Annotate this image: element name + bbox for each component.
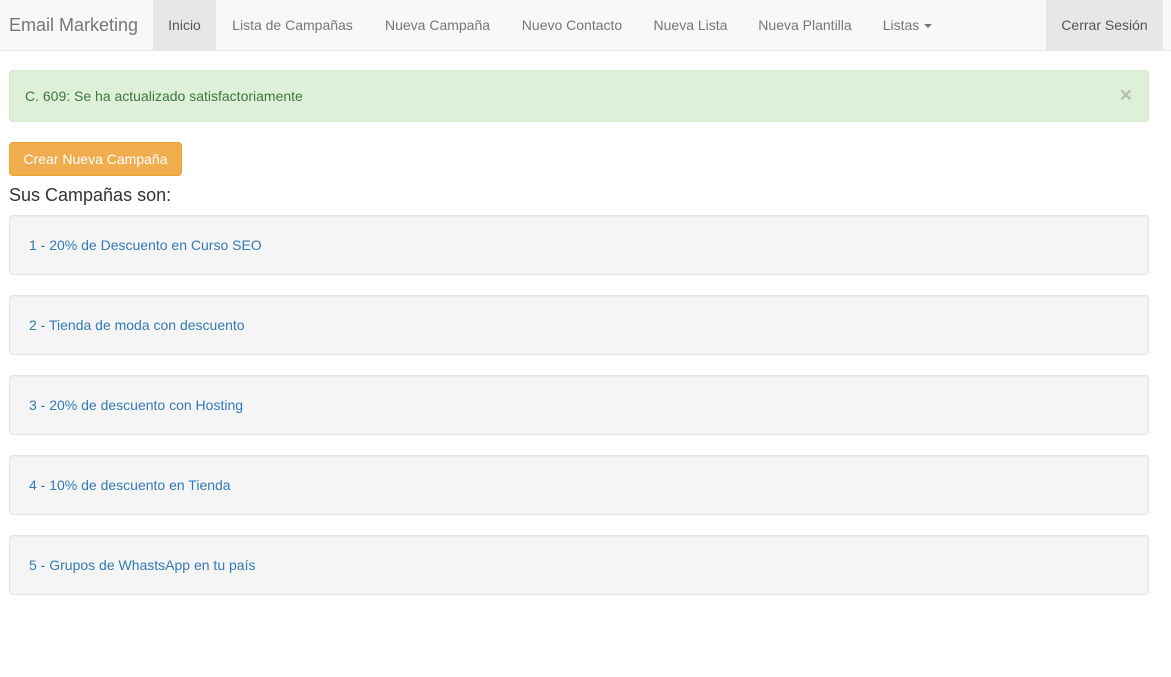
campaign-item: 1 - 20% de Descuento en Curso SEO (9, 215, 1149, 275)
brand-link[interactable]: Email Marketing (9, 0, 138, 50)
nav-nueva-campana[interactable]: Nueva Campaña (369, 0, 506, 50)
nav-nuevo-contacto[interactable]: Nuevo Contacto (506, 0, 638, 50)
campaigns-heading: Sus Campañas son: (9, 185, 172, 205)
campaign-item: 4 - 10% de descuento en Tienda (9, 455, 1149, 515)
top-navbar: Email Marketing Inicio Lista de Campañas… (0, 0, 1171, 51)
campaign-link[interactable]: 2 - Tienda de moda con descuento (29, 296, 245, 354)
nav-listas-label: Listas (882, 17, 920, 33)
nav-nueva-plantilla[interactable]: Nueva Plantilla (743, 0, 867, 50)
campaign-link[interactable]: 4 - 10% de descuento en Tienda (29, 456, 231, 514)
nav-inicio[interactable]: Inicio (153, 0, 216, 50)
success-alert: C. 609: Se ha actualizado satisfactoriam… (9, 70, 1149, 122)
campaign-link[interactable]: 5 - Grupos de WhastsApp en tu país (29, 536, 255, 594)
campaign-item: 3 - 20% de descuento con Hosting (9, 375, 1149, 435)
campaign-item: 2 - Tienda de moda con descuento (9, 295, 1149, 355)
campaign-item: 5 - Grupos de WhastsApp en tu país (9, 535, 1149, 595)
logout-button[interactable]: Cerrar Sesión (1046, 0, 1163, 50)
nav-listas-dropdown[interactable]: Listas (867, 0, 948, 50)
campaign-link[interactable]: 1 - 20% de Descuento en Curso SEO (29, 216, 262, 274)
close-icon[interactable]: × (1120, 71, 1132, 121)
alert-message: C. 609: Se ha actualizado satisfactoriam… (25, 88, 303, 104)
nav-nueva-lista[interactable]: Nueva Lista (638, 0, 743, 50)
nav-lista-campanas[interactable]: Lista de Campañas (216, 0, 369, 50)
create-campaign-button[interactable]: Crear Nueva Campaña (9, 142, 182, 176)
campaign-link[interactable]: 3 - 20% de descuento con Hosting (29, 376, 243, 434)
caret-down-icon (924, 24, 933, 29)
